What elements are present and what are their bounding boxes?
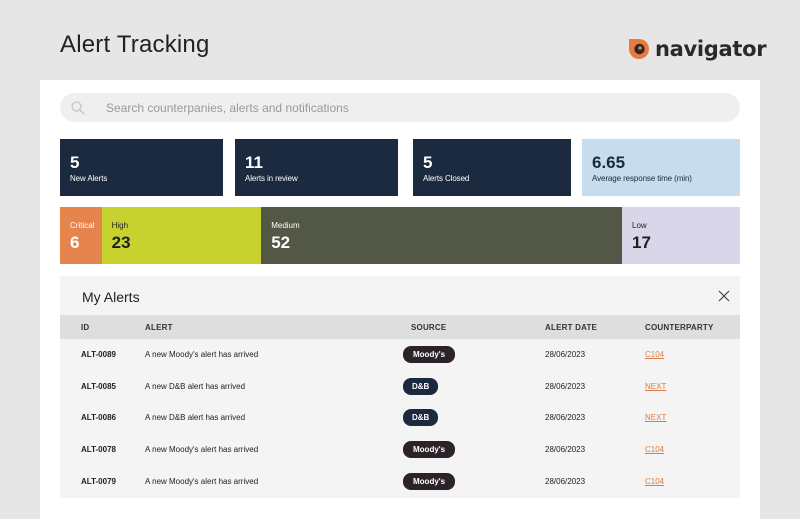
close-icon[interactable] [717,289,731,303]
search-input[interactable] [106,100,666,115]
source-badge: D&B [403,377,439,395]
alerts-header: My Alerts [60,276,740,315]
column-header-alert[interactable]: ALERT [145,315,403,339]
source-badge: D&B [403,409,439,427]
column-header-source[interactable]: SOURCE [403,315,545,339]
source-badge: Moody's [403,472,456,490]
stat-label: Alerts Closed [423,174,470,183]
alert-text: A new D&B alert has arrived [145,381,246,391]
stat-new-alerts[interactable]: 5 New Alerts [60,139,223,196]
severity-bar: Critical 6 High 23 Medium 52 Low 17 [60,207,740,264]
stat-alerts-in-review[interactable]: 11 Alerts in review [235,139,398,196]
severity-critical[interactable]: Critical 6 [60,207,102,264]
alert-text: A new D&B alert has arrived [145,413,246,423]
alert-text: A new Moody's alert has arrived [145,350,259,360]
alert-text: A new Moody's alert has arrived [145,476,259,486]
stat-value: 5 [70,153,80,172]
severity-count: 6 [70,233,80,252]
search-bar[interactable] [60,93,740,122]
severity-label: Medium [271,221,300,230]
alert-text: A new Moody's alert has arrived [145,445,259,455]
stat-value: 11 [245,153,263,172]
page-title: Alert Tracking [60,31,210,58]
stat-label: Alerts in review [245,174,298,183]
main-panel: 5 New Alerts 11 Alerts in review 5 Alert… [40,80,760,519]
brand-name: navigator [655,37,767,61]
search-icon [70,100,86,116]
counterparty-link[interactable]: C104 [645,477,664,486]
alerts-title: My Alerts [82,289,140,305]
column-header-counterparty[interactable]: COUNTERPARTY [645,315,740,339]
table-row[interactable]: ALT-0089 A new Moody's alert has arrived… [60,339,740,371]
my-alerts-panel: My Alerts ID ALERT SOURCE ALERT DATE COU… [60,276,740,498]
alert-id: ALT-0089 [81,350,116,360]
stat-average-response-time[interactable]: 6.65 Average response time (min) [582,139,740,196]
severity-medium[interactable]: Medium 52 [261,207,623,264]
source-badge: Moody's [403,441,456,459]
stat-alerts-closed[interactable]: 5 Alerts Closed [413,139,571,196]
counterparty-link[interactable]: NEXT [645,382,666,391]
severity-label: High [111,221,129,230]
navigator-logo-icon [628,38,650,60]
alert-date: 28/06/2023 [545,350,586,360]
table-row[interactable]: ALT-0086 A new D&B alert has arrived D&B… [60,402,740,434]
column-header-alert-date[interactable]: ALERT DATE [545,315,645,339]
severity-low[interactable]: Low 17 [622,207,740,264]
table-row[interactable]: ALT-0078 A new Moody's alert has arrived… [60,434,740,466]
severity-count: 52 [271,233,291,252]
alert-id: ALT-0086 [81,413,116,423]
stat-value: 5 [423,153,433,172]
alert-date: 28/06/2023 [545,476,586,486]
stat-label: Average response time (min) [592,174,692,183]
source-badge: Moody's [403,346,456,364]
alert-id: ALT-0085 [81,381,116,391]
table-row[interactable]: ALT-0085 A new D&B alert has arrived D&B… [60,371,740,403]
severity-count: 23 [111,233,131,252]
table-header-row: ID ALERT SOURCE ALERT DATE COUNTERPARTY [60,315,740,339]
stat-label: New Alerts [70,174,108,183]
counterparty-link[interactable]: C104 [645,445,664,454]
severity-count: 17 [632,233,651,252]
alerts-table: ID ALERT SOURCE ALERT DATE COUNTERPARTY … [60,315,740,497]
stat-value: 6.65 [592,153,626,172]
stats-row: 5 New Alerts 11 Alerts in review 5 Alert… [60,139,740,196]
alert-id: ALT-0079 [81,476,116,486]
column-header-id[interactable]: ID [60,315,145,339]
counterparty-link[interactable]: NEXT [645,413,666,422]
severity-label: Low [632,221,647,230]
alert-date: 28/06/2023 [545,445,586,455]
alert-date: 28/06/2023 [545,381,586,391]
severity-high[interactable]: High 23 [101,207,262,264]
page-header: Alert Tracking navigator [0,0,800,80]
severity-label: Critical [70,221,95,230]
alert-id: ALT-0078 [81,445,116,455]
alert-date: 28/06/2023 [545,413,586,423]
brand-logo: navigator [628,36,767,62]
table-row[interactable]: ALT-0079 A new Moody's alert has arrived… [60,465,740,497]
counterparty-link[interactable]: C104 [645,350,664,359]
